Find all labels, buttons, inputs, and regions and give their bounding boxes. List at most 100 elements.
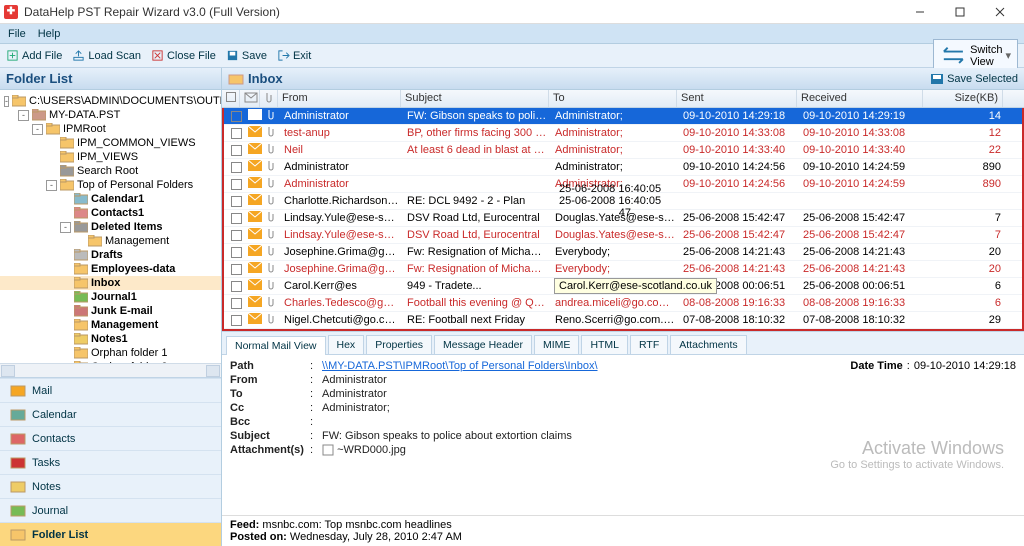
mail-list[interactable]: Administrator FW: Gibson speaks to polic… [222, 108, 1024, 331]
tree-item[interactable]: Employees-data [0, 262, 221, 276]
tree-toggle-icon[interactable]: - [46, 180, 57, 191]
nav-mail[interactable]: Mail [0, 378, 221, 402]
row-checkbox[interactable] [231, 111, 242, 122]
mail-list-header[interactable]: FromSubjectToSentReceivedSize(KB) [222, 90, 1024, 108]
tab-mime[interactable]: MIME [534, 335, 579, 354]
exit-button[interactable]: Exit [277, 49, 311, 62]
tree-item[interactable]: Junk E-mail [0, 304, 221, 318]
mail-row[interactable]: Carol.Kerr@es 949 - Tradete... Douglas.Y… [224, 278, 1022, 295]
mail-row[interactable]: Administrator Administrator; 09-10-2010 … [224, 159, 1022, 176]
save-selected-button[interactable]: Save Selected [930, 73, 1018, 85]
tree-item[interactable]: - Deleted Items [0, 220, 221, 234]
tab-message-header[interactable]: Message Header [434, 335, 532, 354]
folder-tree[interactable]: -C:\USERS\ADMIN\DOCUMENTS\OUTLOOK FA-MY-… [0, 90, 221, 363]
tree-item[interactable]: Search Root [0, 164, 221, 178]
row-from: Carol.Kerr@es [280, 280, 403, 292]
column-header[interactable]: Size(KB) [923, 90, 1003, 107]
mail-row[interactable]: Nigel.Chetcuti@go.com.mt RE: Football ne… [224, 312, 1022, 329]
nav-folderlist[interactable]: Folder List [0, 522, 221, 546]
tree-item[interactable]: Calendar1 [0, 192, 221, 206]
nav-notes[interactable]: Notes [0, 474, 221, 498]
maximize-button[interactable] [940, 1, 980, 23]
tree-item[interactable]: Notes1 [0, 332, 221, 346]
tree-item[interactable]: Orphan folder 1 [0, 346, 221, 360]
row-checkbox[interactable] [231, 145, 242, 156]
tree-item[interactable]: Contacts1 [0, 206, 221, 220]
mail-row[interactable]: Charlotte.Richardson@dexio... RE: DCL 94… [224, 193, 1022, 210]
minimize-button[interactable] [900, 1, 940, 23]
column-header[interactable]: Subject [401, 90, 549, 107]
row-checkbox[interactable] [231, 196, 242, 207]
detail-path-link[interactable]: \\MY-DATA.PST\IPMRoot\Top of Personal Fo… [322, 360, 598, 372]
row-checkbox[interactable] [231, 281, 242, 292]
column-header[interactable] [260, 90, 278, 107]
detail-attachment[interactable]: ~WRD000.jpg [337, 444, 406, 456]
tab-properties[interactable]: Properties [366, 335, 432, 354]
mail-row[interactable]: Charles.Tedesco@go.com.mt Football this … [224, 295, 1022, 312]
tree-item[interactable]: -Top of Personal Folders [0, 178, 221, 192]
mail-icon [248, 109, 262, 120]
tree-toggle-icon[interactable]: - [60, 222, 71, 233]
tree-item[interactable]: Management [0, 234, 221, 248]
row-checkbox[interactable] [231, 298, 242, 309]
attachment-icon [266, 177, 276, 189]
tree-item-label: Deleted Items [91, 221, 163, 233]
switch-view-button[interactable]: Switch View▾ [933, 39, 1018, 72]
row-checkbox[interactable] [231, 315, 242, 326]
tree-item[interactable]: IPM_VIEWS [0, 150, 221, 164]
row-to: Administrator; [551, 110, 679, 122]
mail-row[interactable]: test-anup BP, other firms facing 300 la.… [224, 125, 1022, 142]
column-header[interactable]: From [278, 90, 401, 107]
column-header[interactable] [222, 90, 240, 107]
add-file-button[interactable]: Add File [6, 49, 62, 62]
menu-file[interactable]: File [8, 28, 26, 40]
tree-item[interactable]: Inbox [0, 276, 221, 290]
mail-row[interactable]: Josephine.Grima@go.com.mt Fw: Resignatio… [224, 244, 1022, 261]
row-checkbox[interactable] [231, 230, 242, 241]
close-button[interactable] [980, 1, 1020, 23]
attachment-icon [266, 126, 276, 138]
tab-hex[interactable]: Hex [328, 335, 365, 354]
tab-normal-mail-view[interactable]: Normal Mail View [226, 336, 326, 355]
column-header[interactable] [240, 90, 260, 107]
tab-html[interactable]: HTML [581, 335, 628, 354]
nav-contacts[interactable]: Contacts [0, 426, 221, 450]
tree-item[interactable]: Management [0, 318, 221, 332]
tab-attachments[interactable]: Attachments [670, 335, 746, 354]
row-checkbox[interactable] [231, 162, 242, 173]
tree-item[interactable]: -IPMRoot [0, 122, 221, 136]
column-header[interactable]: Sent [677, 90, 797, 107]
tree-item[interactable]: Journal1 [0, 290, 221, 304]
tree-scrollbar[interactable] [0, 363, 221, 377]
mail-row[interactable]: Josephine.Grima@go.com.mt Fw: Resignatio… [224, 261, 1022, 278]
tab-rtf[interactable]: RTF [630, 335, 668, 354]
close-file-button[interactable]: Close File [151, 49, 216, 62]
row-subject: At least 6 dead in blast at Ch... [403, 144, 551, 156]
tree-toggle-icon[interactable]: - [4, 96, 9, 107]
nav-journal[interactable]: Journal [0, 498, 221, 522]
tree-item[interactable]: -MY-DATA.PST [0, 108, 221, 122]
detail-cc-label: Cc [230, 402, 310, 414]
load-scan-button[interactable]: Load Scan [72, 49, 141, 62]
tree-toggle-icon[interactable]: - [18, 110, 29, 121]
row-checkbox[interactable] [231, 247, 242, 258]
row-checkbox[interactable] [231, 264, 242, 275]
column-header[interactable]: Received [797, 90, 923, 107]
row-checkbox[interactable] [231, 179, 242, 190]
attachment-icon [266, 228, 276, 240]
mail-row[interactable]: Lindsay.Yule@ese-scotland.c... DSV Road … [224, 227, 1022, 244]
save-button[interactable]: Save [226, 49, 267, 62]
tree-item[interactable]: -C:\USERS\ADMIN\DOCUMENTS\OUTLOOK FA [0, 94, 221, 108]
tree-item[interactable]: IPM_COMMON_VIEWS [0, 136, 221, 150]
menu-help[interactable]: Help [38, 28, 61, 40]
tree-toggle-icon[interactable]: - [32, 124, 43, 135]
nav-calendar[interactable]: Calendar [0, 402, 221, 426]
mail-row[interactable]: Administrator FW: Gibson speaks to polic… [224, 108, 1022, 125]
column-header[interactable]: To [549, 90, 677, 107]
row-checkbox[interactable] [231, 128, 242, 139]
mail-row[interactable]: Lindsay.Yule@ese-scotland.c... DSV Road … [224, 210, 1022, 227]
nav-tasks[interactable]: Tasks [0, 450, 221, 474]
mail-row[interactable]: Neil At least 6 dead in blast at Ch... A… [224, 142, 1022, 159]
tree-item[interactable]: Drafts [0, 248, 221, 262]
row-checkbox[interactable] [231, 213, 242, 224]
